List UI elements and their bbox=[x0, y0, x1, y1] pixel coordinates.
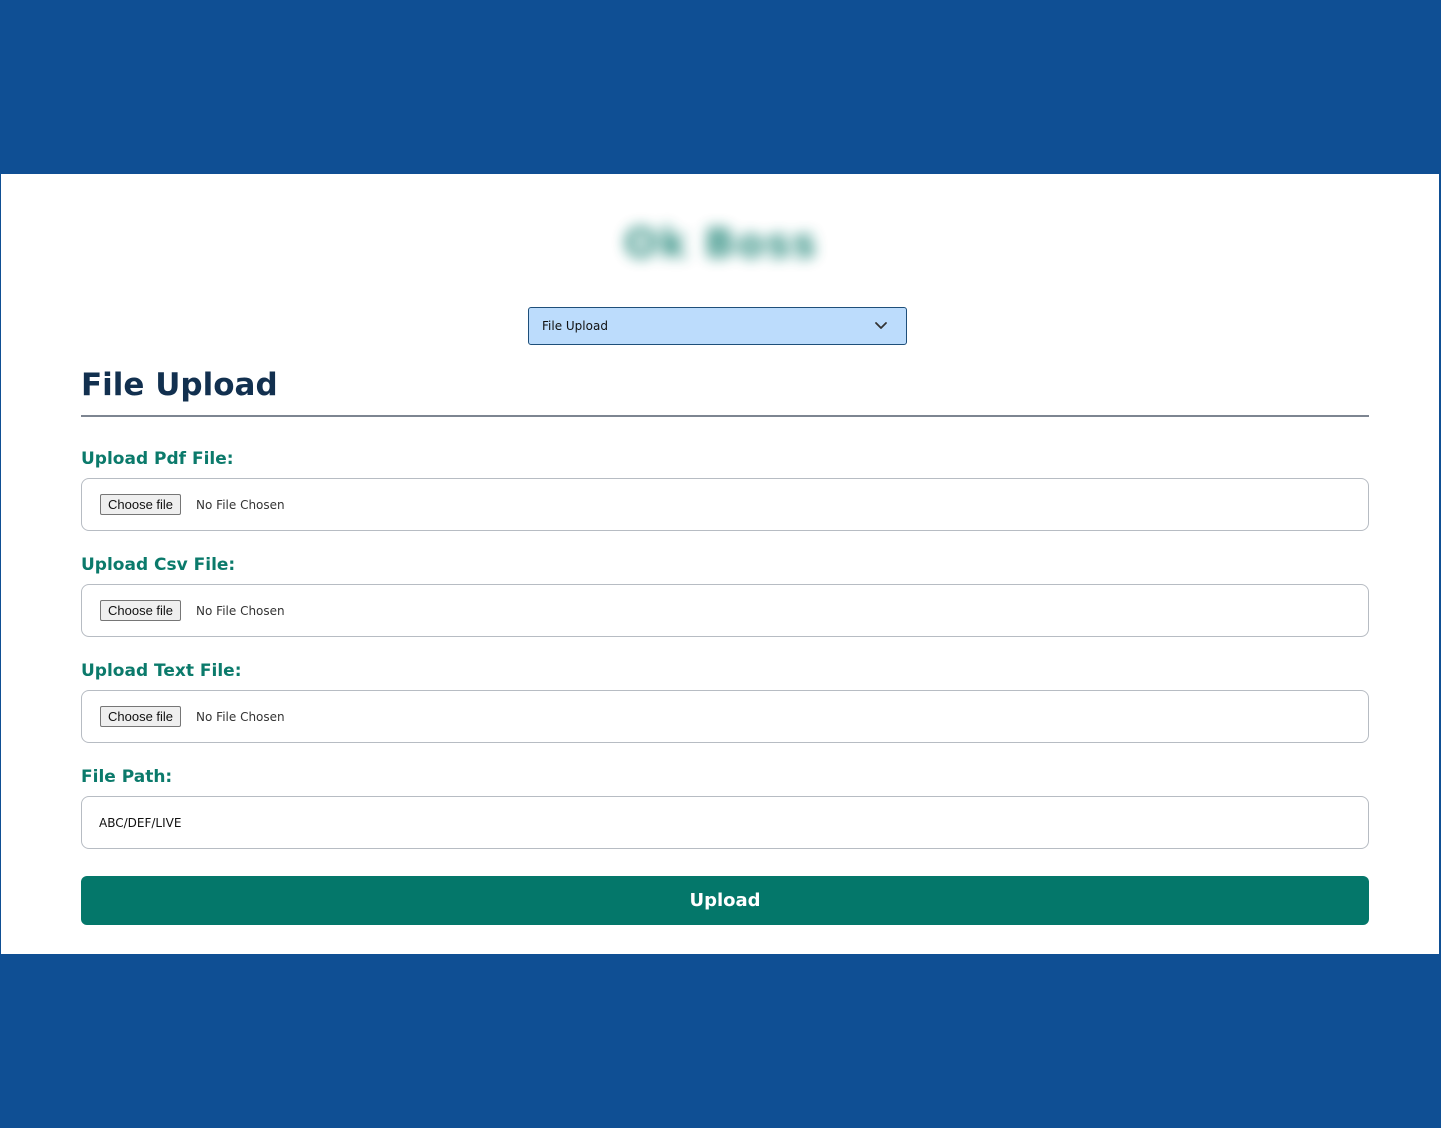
text-file-status: No File Chosen bbox=[196, 709, 285, 724]
page-title: File Upload bbox=[81, 367, 278, 403]
file-path-input[interactable]: ABC/DEF/LIVE bbox=[81, 796, 1369, 849]
chevron-down-icon bbox=[875, 322, 887, 329]
text-upload-label: Upload Text File: bbox=[81, 661, 242, 681]
text-choose-file-button[interactable]: Choose file bbox=[100, 706, 182, 727]
csv-upload-label: Upload Csv File: bbox=[81, 555, 236, 575]
file-path-label: File Path: bbox=[81, 767, 173, 787]
page-select-dropdown[interactable]: File Upload bbox=[528, 307, 907, 345]
file-path-value: ABC/DEF/LIVE bbox=[99, 815, 182, 830]
pdf-file-status: No File Chosen bbox=[196, 497, 285, 512]
csv-file-input[interactable]: Choose file No File Chosen bbox=[81, 584, 1369, 637]
text-file-input[interactable]: Choose file No File Chosen bbox=[81, 690, 1369, 743]
page-select-value: File Upload bbox=[542, 319, 608, 333]
pdf-choose-file-button[interactable]: Choose file bbox=[100, 494, 182, 515]
brand-logo-text: Ok Boss bbox=[623, 221, 819, 267]
pdf-upload-label: Upload Pdf File: bbox=[81, 449, 234, 469]
main-card: Ok Boss File Upload File Upload Upload P… bbox=[1, 174, 1439, 954]
brand-logo: Ok Boss bbox=[611, 214, 831, 274]
csv-file-status: No File Chosen bbox=[196, 603, 285, 618]
top-banner bbox=[0, 0, 1441, 174]
pdf-file-input[interactable]: Choose file No File Chosen bbox=[81, 478, 1369, 531]
csv-choose-file-button[interactable]: Choose file bbox=[100, 600, 182, 621]
title-divider bbox=[81, 415, 1369, 417]
bottom-banner bbox=[0, 954, 1441, 1128]
upload-button[interactable]: Upload bbox=[81, 876, 1369, 925]
